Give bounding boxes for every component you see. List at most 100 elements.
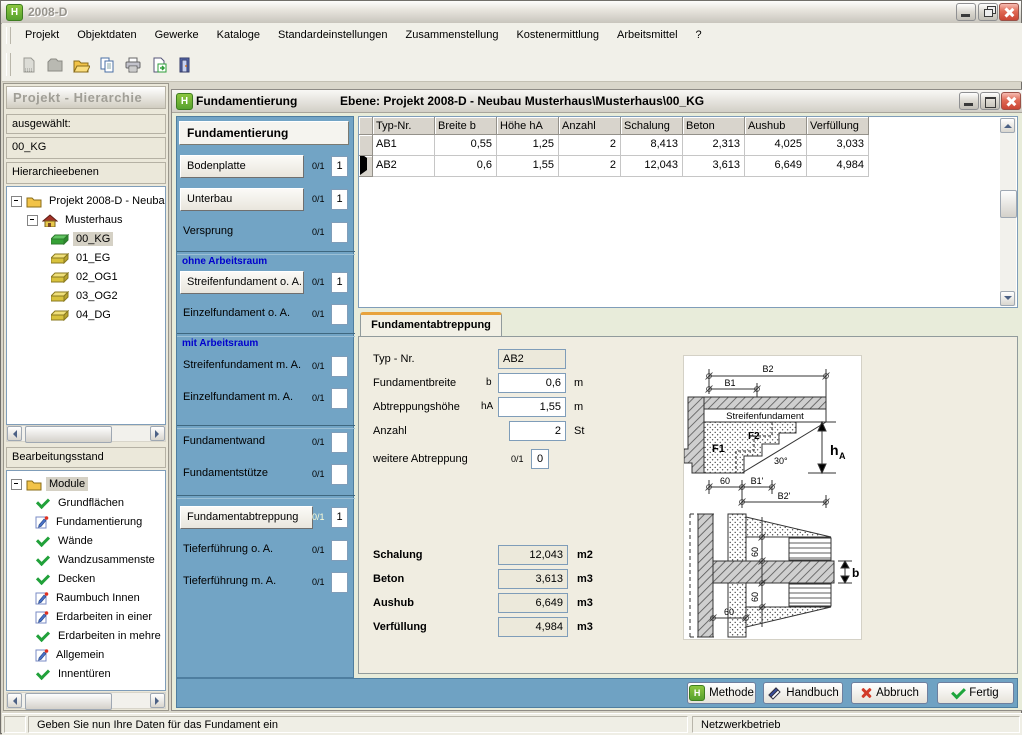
- table-cell[interactable]: 6,649: [745, 156, 807, 177]
- fundamentabtreppung-button[interactable]: Fundamentabtreppung: [180, 506, 313, 529]
- bodenplatte-count-field[interactable]: 1: [331, 156, 348, 177]
- collapse-icon[interactable]: [11, 196, 22, 207]
- menu-projekt[interactable]: Projekt: [16, 23, 68, 48]
- col-anzahl[interactable]: Anzahl: [559, 117, 621, 135]
- tree-item-project[interactable]: Projekt 2008-D - Neubau: [11, 192, 166, 210]
- module-item-decken[interactable]: Decken: [35, 570, 98, 588]
- fundamentwand-label[interactable]: Fundamentwand: [183, 435, 265, 447]
- module-item-wandzusammenstellung[interactable]: Wandzusammenste: [35, 551, 158, 569]
- scroll-thumb[interactable]: [25, 426, 112, 443]
- col-breite-b[interactable]: Breite b: [435, 117, 497, 135]
- bodenplatte-button[interactable]: Bodenplatte: [180, 155, 304, 178]
- hierarchy-hscrollbar[interactable]: [6, 425, 166, 442]
- module-item-allgemein[interactable]: Allgemein: [35, 646, 107, 664]
- tab-fundamentabtreppung[interactable]: Fundamentabtreppung: [360, 312, 502, 337]
- col-hoehe-ha[interactable]: Höhe hA: [497, 117, 559, 135]
- abtreppungshoehe-input[interactable]: 1,55: [498, 397, 566, 417]
- menu-arbeitsmittel[interactable]: Arbeitsmittel: [608, 23, 687, 48]
- menu-zusammenstellung[interactable]: Zusammenstellung: [397, 23, 508, 48]
- tree-item-04-dg[interactable]: 04_DG: [51, 306, 114, 324]
- tree-item-module[interactable]: Module: [11, 475, 88, 493]
- streifenfundament-oa-button[interactable]: Streifenfundament o. A.: [180, 271, 304, 294]
- table-cell[interactable]: 0,6: [435, 156, 497, 177]
- open-folder-icon[interactable]: [69, 53, 93, 77]
- table-cell[interactable]: 2,313: [683, 135, 745, 156]
- streifenfundament-ma-count-field[interactable]: [331, 356, 348, 377]
- scroll-left-icon[interactable]: [7, 693, 22, 708]
- unterbau-button[interactable]: Unterbau: [180, 188, 304, 211]
- scroll-thumb[interactable]: [25, 693, 112, 710]
- col-verfuellung[interactable]: Verfüllung: [807, 117, 869, 135]
- fundamentbreite-input[interactable]: 0,6: [498, 373, 566, 393]
- close-button[interactable]: [999, 3, 1019, 21]
- minimize-button[interactable]: [956, 3, 976, 21]
- table-cell[interactable]: 1,25: [497, 135, 559, 156]
- weitere-abtreppung-input[interactable]: 0: [531, 449, 549, 469]
- einzelfundament-oa-count-field[interactable]: [331, 304, 348, 325]
- tieferfuehrung-ma-count-field[interactable]: [331, 572, 348, 593]
- current-row-marker[interactable]: [359, 156, 373, 177]
- table-cell[interactable]: AB1: [373, 135, 435, 156]
- module-item-innentueren[interactable]: Innentüren: [35, 665, 114, 683]
- module-item-erdarbeiten-mehreren[interactable]: Erdarbeiten in mehre: [35, 627, 164, 645]
- col-typ-nr[interactable]: Typ-Nr.: [373, 117, 435, 135]
- scroll-right-icon[interactable]: [150, 693, 165, 708]
- versprung-label[interactable]: Versprung: [183, 225, 233, 237]
- table-vscrollbar[interactable]: [1000, 118, 1016, 306]
- row-selector[interactable]: [359, 135, 373, 156]
- table-cell[interactable]: 8,413: [621, 135, 683, 156]
- tieferfuehrung-oa-label[interactable]: Tieferführung o. A.: [183, 543, 273, 555]
- module-close-button[interactable]: [1001, 92, 1021, 110]
- einzelfundament-oa-label[interactable]: Einzelfundament o. A.: [183, 307, 290, 319]
- print-icon[interactable]: [121, 53, 145, 77]
- scroll-up-icon[interactable]: [1000, 118, 1015, 133]
- menu-kataloge[interactable]: Kataloge: [208, 23, 269, 48]
- table-cell[interactable]: 2: [559, 156, 621, 177]
- module-item-grundflaechen[interactable]: Grundflächen: [35, 494, 127, 512]
- module-item-fundamentierung[interactable]: Fundamentierung: [35, 513, 145, 531]
- module-item-waende[interactable]: Wände: [35, 532, 96, 550]
- table-cell[interactable]: 2: [559, 135, 621, 156]
- progress-hscrollbar[interactable]: [6, 692, 166, 709]
- tree-item-musterhaus[interactable]: Musterhaus: [27, 211, 125, 229]
- scroll-left-icon[interactable]: [7, 426, 22, 441]
- menu-help[interactable]: ?: [687, 23, 711, 48]
- table-cell[interactable]: 1,55: [497, 156, 559, 177]
- handbuch-button[interactable]: Handbuch: [763, 682, 843, 704]
- fundamentabtreppung-count-field[interactable]: 1: [331, 507, 348, 528]
- abbruch-button[interactable]: Abbruch: [851, 682, 928, 704]
- menu-standardeinstellungen[interactable]: Standardeinstellungen: [269, 23, 396, 48]
- streifenfundament-ma-label[interactable]: Streifenfundament m. A.: [183, 359, 301, 371]
- restore-button[interactable]: [978, 3, 998, 21]
- collapse-icon[interactable]: [27, 215, 38, 226]
- streifenfundament-oa-count-field[interactable]: 1: [331, 272, 348, 293]
- menu-kostenermittlung[interactable]: Kostenermittlung: [507, 23, 608, 48]
- tieferfuehrung-ma-label[interactable]: Tieferführung m. A.: [183, 575, 276, 587]
- tree-item-01-eg[interactable]: 01_EG: [51, 249, 113, 267]
- tree-item-00-kg[interactable]: 00_KG: [51, 230, 113, 248]
- fundamentstuetze-label[interactable]: Fundamentstütze: [183, 467, 268, 479]
- module-item-erdarbeiten-einer[interactable]: Erdarbeiten in einer: [35, 608, 155, 626]
- table-cell[interactable]: 3,613: [683, 156, 745, 177]
- table-cell[interactable]: 12,043: [621, 156, 683, 177]
- export-page-icon[interactable]: [147, 53, 171, 77]
- einzelfundament-ma-label[interactable]: Einzelfundament m. A.: [183, 391, 293, 403]
- module-titlebar[interactable]: Fundamentierung Ebene: Projekt 2008-D - …: [172, 90, 1022, 113]
- scroll-down-icon[interactable]: [1000, 291, 1015, 306]
- col-schalung[interactable]: Schalung: [621, 117, 683, 135]
- copy-icon[interactable]: [95, 53, 119, 77]
- anzahl-input[interactable]: 2: [509, 421, 566, 441]
- col-aushub[interactable]: Aushub: [745, 117, 807, 135]
- menu-gewerke[interactable]: Gewerke: [146, 23, 208, 48]
- table-cell[interactable]: 0,55: [435, 135, 497, 156]
- col-beton[interactable]: Beton: [683, 117, 745, 135]
- fertig-button[interactable]: Fertig: [937, 682, 1014, 704]
- new-document-icon[interactable]: [17, 53, 41, 77]
- menu-objektdaten[interactable]: Objektdaten: [68, 23, 145, 48]
- methode-button[interactable]: Methode: [687, 682, 756, 704]
- versprung-count-field[interactable]: [331, 222, 348, 243]
- module-item-raumbuch-innen[interactable]: Raumbuch Innen: [35, 589, 143, 607]
- tree-item-03-og2[interactable]: 03_OG2: [51, 287, 121, 305]
- scroll-thumb[interactable]: [1000, 190, 1017, 218]
- table-cell[interactable]: 3,033: [807, 135, 869, 156]
